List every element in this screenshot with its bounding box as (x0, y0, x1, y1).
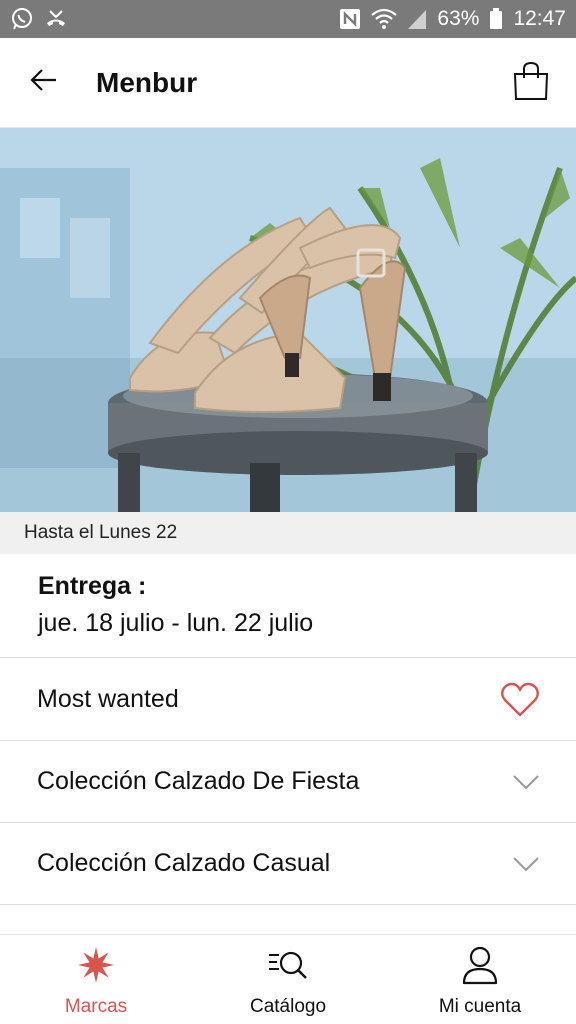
most-wanted-row[interactable]: Most wanted (0, 659, 576, 741)
chevron-down-icon (512, 856, 540, 872)
most-wanted-label: Most wanted (37, 685, 179, 713)
status-right: 63% 12:47 (339, 7, 566, 31)
nav-catalogo-label: Catálogo (249, 996, 327, 1017)
nfc-icon (339, 8, 361, 30)
status-bar: 63% 12:47 (0, 0, 576, 38)
product-image (0, 128, 576, 512)
chevron-down-icon (512, 774, 540, 790)
battery-icon (489, 8, 503, 30)
shopping-bag-icon (512, 61, 550, 106)
app-bar: Menbur (0, 38, 576, 128)
shopping-bag-button[interactable] (506, 58, 556, 108)
search-list-icon (267, 945, 309, 990)
nav-marcas-label: Marcas (64, 996, 128, 1017)
nav-mi-cuenta-label: Mi cuenta (438, 996, 522, 1017)
nav-marcas[interactable]: Marcas (0, 935, 192, 1024)
app-screen: 63% 12:47 Menbur Hasta el Lunes 22 Entre… (0, 0, 576, 1024)
bottom-navigation: Marcas Catálogo Mi cuenta (0, 934, 576, 1024)
delivery-deadline: Hasta el Lunes 22 (0, 512, 576, 554)
delivery-dates: jue. 18 julio - lun. 22 julio (38, 609, 314, 637)
page-title: Menbur (96, 66, 198, 98)
whatsapp-icon (10, 7, 34, 31)
clock: 12:47 (513, 7, 566, 30)
collection-fiesta-row[interactable]: Colección Calzado De Fiesta (0, 741, 576, 823)
arrow-left-icon (29, 65, 59, 100)
heart-icon[interactable] (500, 682, 540, 718)
collection-casual-row[interactable]: Colección Calzado Casual (0, 823, 576, 905)
missed-call-icon (44, 7, 68, 31)
collection-casual-label: Colección Calzado Casual (37, 849, 331, 877)
collection-fiesta-label: Colección Calzado De Fiesta (37, 767, 360, 795)
back-button[interactable] (14, 53, 74, 113)
nav-catalogo[interactable]: Catálogo (192, 935, 384, 1024)
flower-icon (76, 945, 116, 990)
user-icon (460, 945, 500, 990)
wifi-icon (371, 8, 398, 30)
status-left (10, 7, 68, 31)
nav-mi-cuenta[interactable]: Mi cuenta (384, 935, 576, 1024)
delivery-info: Entrega : jue. 18 julio - lun. 22 julio (0, 554, 576, 658)
signal-icon (407, 8, 427, 30)
battery-percent: 63% (437, 7, 480, 30)
delivery-label: Entrega : (38, 572, 147, 600)
